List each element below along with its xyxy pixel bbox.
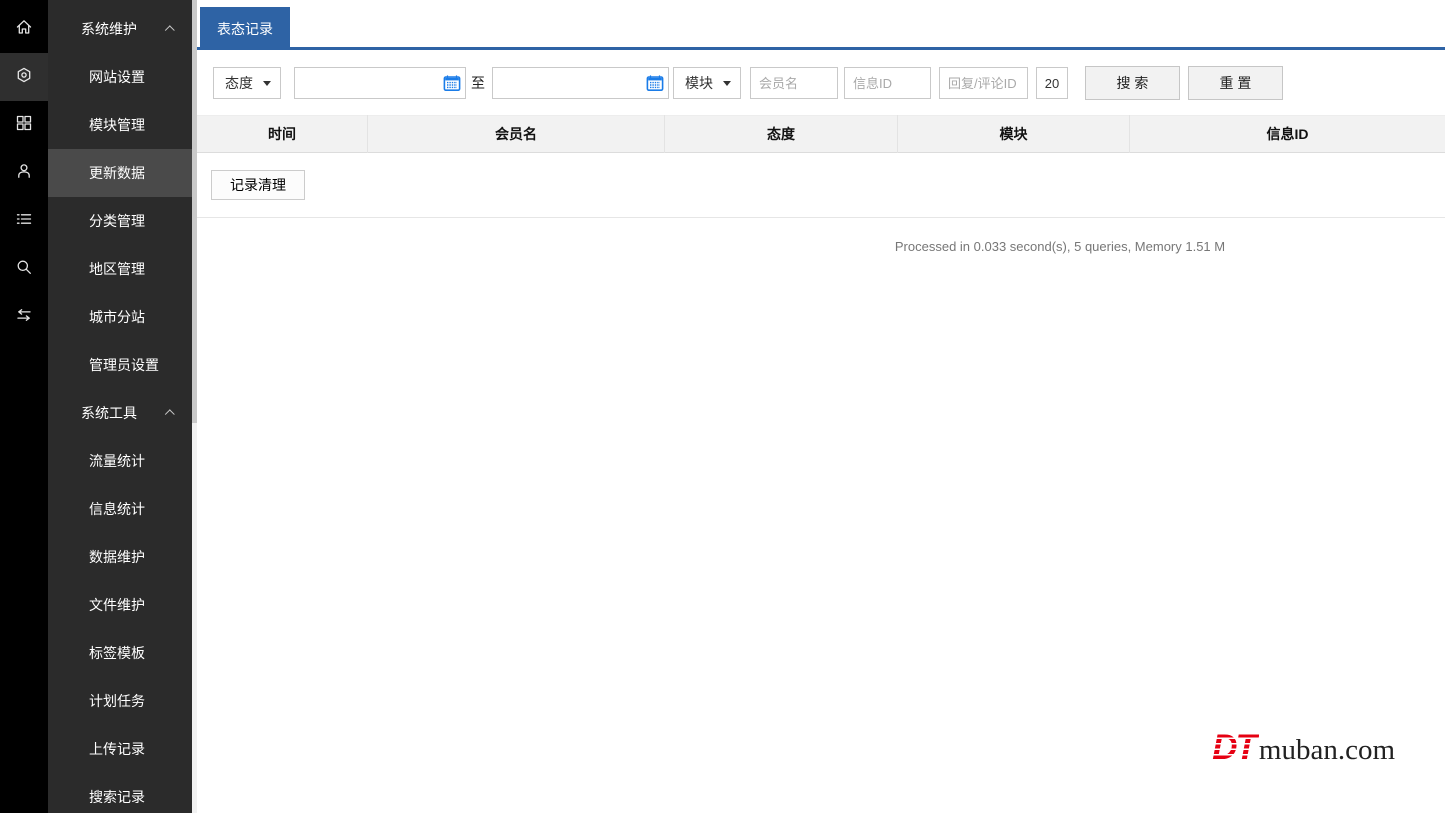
attitude-select-value: 态度 (225, 75, 253, 91)
member-name-input[interactable] (750, 67, 838, 99)
tab-bar: 表态记录 (197, 0, 1445, 50)
table-header-row: 时间 会员名 态度 模块 信息ID (197, 115, 1445, 153)
sidebar-item-label: 城市分站 (89, 309, 145, 325)
user-icon (14, 161, 34, 186)
sidebar-menu: 系统维护 网站设置 模块管理 更新数据 分类管理 地区管理 城市分站 管理员设置… (48, 0, 192, 813)
module-select[interactable]: 模块 (673, 67, 741, 99)
sidebar-item-file-maintenance[interactable]: 文件维护 (48, 581, 192, 629)
sidebar-item-region-management[interactable]: 地区管理 (48, 245, 192, 293)
tab-label: 表态记录 (217, 20, 273, 37)
section-divider (197, 217, 1445, 218)
logo-domain-text: muban.com (1258, 734, 1395, 766)
filter-bar: 态度 至 模块 搜 索 重 置 (213, 66, 1445, 100)
settings-icon (14, 65, 34, 90)
rail-item-content-list[interactable] (0, 197, 48, 245)
chevron-down-icon (263, 80, 271, 86)
clear-records-button[interactable]: 记录清理 (211, 170, 305, 200)
sidebar-item-category-management[interactable]: 分类管理 (48, 197, 192, 245)
sidebar-item-city-subsite[interactable]: 城市分站 (48, 293, 192, 341)
modules-grid-icon (14, 113, 34, 138)
sidebar-item-label: 信息统计 (89, 501, 145, 517)
sidebar-item-label: 计划任务 (89, 693, 145, 709)
sidebar-item-tag-templates[interactable]: 标签模板 (48, 629, 192, 677)
sidebar-item-search-records[interactable]: 搜索记录 (48, 773, 192, 813)
column-header-time: 时间 (197, 115, 368, 153)
module-select-value: 模块 (685, 75, 713, 91)
to-label: 至 (471, 75, 485, 91)
date-from-input[interactable] (294, 67, 466, 99)
date-to-input[interactable] (492, 67, 669, 99)
actions-row: 记录清理 (211, 170, 1445, 200)
main-content: 表态记录 态度 至 模块 搜 索 重 置 (197, 0, 1445, 813)
column-header-item-id: 信息ID (1266, 126, 1309, 142)
attitude-select[interactable]: 态度 (213, 67, 281, 99)
rail-item-modules[interactable] (0, 101, 48, 149)
column-header-attitude: 态度 (665, 115, 898, 153)
sidebar-item-label: 管理员设置 (89, 357, 159, 373)
sidebar-item-label: 流量统计 (89, 453, 145, 469)
item-id-input[interactable] (844, 67, 931, 99)
sidebar-item-label: 上传记录 (89, 741, 145, 757)
reply-comment-id-input[interactable] (939, 67, 1028, 99)
column-header-member: 会员名 (368, 115, 665, 153)
sidebar-item-label: 标签模板 (89, 645, 145, 661)
column-header-module: 模块 (898, 115, 1130, 153)
sidebar-item-label: 地区管理 (89, 261, 145, 277)
sidebar-item-label: 更新数据 (89, 165, 145, 181)
sidebar-item-update-data[interactable]: 更新数据 (48, 149, 192, 197)
swap-arrows-icon (14, 305, 34, 330)
rail-item-search[interactable] (0, 245, 48, 293)
chevron-down-icon (723, 80, 731, 86)
sidebar-item-upload-records[interactable]: 上传记录 (48, 725, 192, 773)
sidebar-item-admin-settings[interactable]: 管理员设置 (48, 341, 192, 389)
sidebar-item-scheduled-tasks[interactable]: 计划任务 (48, 677, 192, 725)
sidebar-item-label: 文件维护 (89, 597, 145, 613)
sidebar-group-system-tools[interactable]: 系统工具 (48, 389, 192, 437)
icon-rail (0, 0, 48, 813)
sidebar-item-module-management[interactable]: 模块管理 (48, 101, 192, 149)
rail-item-settings[interactable] (0, 53, 48, 101)
sidebar-group-label: 系统维护 (81, 21, 137, 37)
dtmuban-logo: DT muban.com (1212, 728, 1395, 768)
logo-dt-text: DT (1212, 728, 1259, 768)
search-button[interactable]: 搜 索 (1085, 66, 1180, 100)
processed-status-text: Processed in 0.033 second(s), 5 queries,… (894, 239, 1226, 254)
search-icon (14, 257, 34, 282)
sidebar-group-system-maintenance[interactable]: 系统维护 (48, 5, 192, 53)
rail-item-home[interactable] (0, 5, 48, 53)
sidebar-item-label: 模块管理 (89, 117, 145, 133)
sidebar-item-label: 分类管理 (89, 213, 145, 229)
sidebar-item-label: 数据维护 (89, 549, 145, 565)
page-size-input[interactable] (1036, 67, 1068, 99)
rail-item-members[interactable] (0, 149, 48, 197)
calendar-icon[interactable] (646, 74, 664, 92)
calendar-icon[interactable] (443, 74, 461, 92)
home-icon (14, 17, 34, 42)
sidebar-group-label: 系统工具 (81, 405, 137, 421)
sidebar-item-label: 搜索记录 (89, 789, 145, 805)
rail-item-transfer[interactable] (0, 293, 48, 341)
tab-attitude-records[interactable]: 表态记录 (200, 7, 290, 50)
sidebar-item-data-maintenance[interactable]: 数据维护 (48, 533, 192, 581)
sidebar-item-website-settings[interactable]: 网站设置 (48, 53, 192, 101)
reset-button[interactable]: 重 置 (1188, 66, 1283, 100)
sidebar-item-info-stats[interactable]: 信息统计 (48, 485, 192, 533)
date-from-wrap (294, 67, 466, 99)
date-to-wrap (492, 67, 669, 99)
sidebar-item-traffic-stats[interactable]: 流量统计 (48, 437, 192, 485)
sidebar-item-label: 网站设置 (89, 69, 145, 85)
list-icon (14, 209, 34, 234)
